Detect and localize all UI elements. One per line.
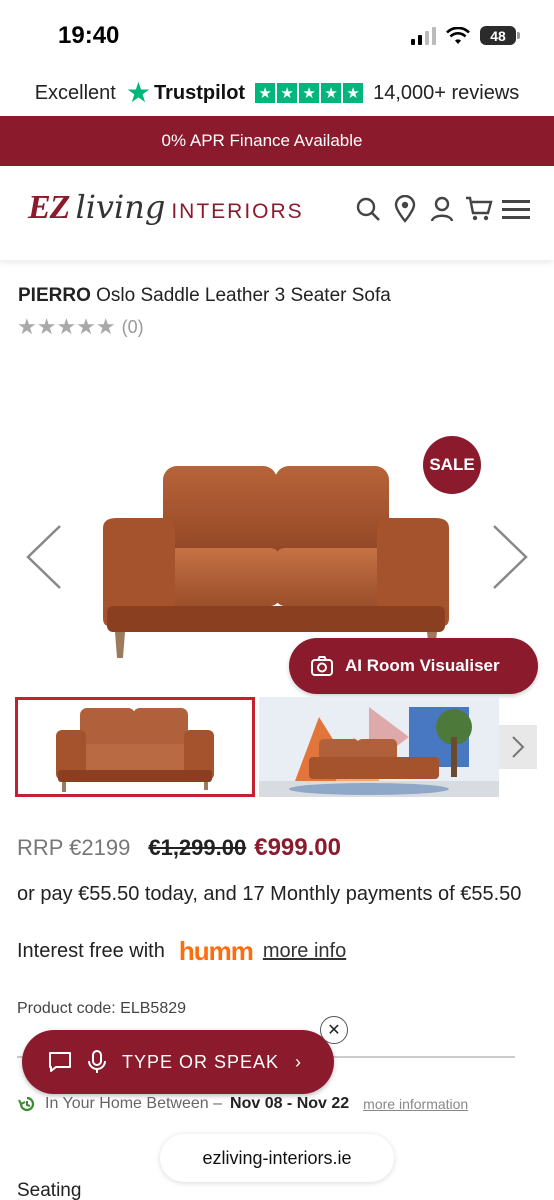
sale-price: €999.00 xyxy=(254,834,341,861)
product-code: Product code: ELB5829 xyxy=(17,1000,187,1017)
battery-icon: 48 xyxy=(480,26,520,45)
delivery-info: In Your Home Between – Nov 08 - Nov 22 m… xyxy=(17,1094,468,1114)
product-main-image[interactable] xyxy=(95,456,457,665)
status-time: 19:40 xyxy=(58,22,120,49)
product-brand: PIERRO xyxy=(18,285,91,306)
account-icon[interactable] xyxy=(428,194,456,224)
trust-rating-word: Excellent xyxy=(34,81,116,104)
chat-bubble-icon xyxy=(49,1052,71,1072)
chat-widget-button[interactable]: TYPE OR SPEAK › xyxy=(22,1030,334,1094)
status-bar: 19:40 48 xyxy=(0,0,554,72)
trustpilot-stars: ★ ★ ★ ★ ★ xyxy=(255,83,364,103)
old-price: €1,299.00 xyxy=(148,835,247,860)
signal-icon xyxy=(411,26,436,45)
thumbnail-strip xyxy=(15,697,554,797)
rating-stars-icon: ★★★★★ xyxy=(17,314,116,339)
delivery-dates: Nov 08 - Nov 22 xyxy=(230,1095,350,1112)
cart-icon[interactable] xyxy=(465,194,493,224)
chat-close-button[interactable]: ✕ xyxy=(320,1016,348,1044)
section-seating-heading[interactable]: Seating xyxy=(17,1180,81,1200)
delivery-prefix: In Your Home Between – xyxy=(45,1095,223,1112)
trustpilot-bar[interactable]: Excellent ★ Trustpilot ★ ★ ★ ★ ★ 14,000+… xyxy=(0,72,554,114)
logo-interiors: INTERIORS xyxy=(171,200,304,223)
status-icons: 48 xyxy=(411,26,520,45)
thumbnail-2[interactable] xyxy=(259,697,499,797)
menu-icon[interactable] xyxy=(502,194,530,224)
interest-free-label: Interest free with xyxy=(17,940,165,962)
star-icon: ★ xyxy=(321,83,342,103)
trustpilot-star-icon: ★ xyxy=(125,77,151,108)
header-icons xyxy=(354,194,530,224)
site-logo[interactable]: EZ living INTERIORS xyxy=(28,188,304,227)
logo-ez: EZ xyxy=(28,189,70,226)
sale-badge: SALE xyxy=(423,436,481,494)
price-row: RRP €2199 €1,299.00 €999.00 xyxy=(17,834,341,862)
delivery-clock-icon xyxy=(18,1096,35,1112)
microphone-icon xyxy=(88,1050,106,1073)
star-icon: ★ xyxy=(255,83,276,103)
chevron-right-icon: › xyxy=(295,1051,303,1072)
product-rating[interactable]: ★★★★★ (0) xyxy=(17,314,144,340)
ai-button-label: AI Room Visualiser xyxy=(345,656,500,675)
trustpilot-logo: ★ Trustpilot xyxy=(126,79,245,107)
browser-url-bar[interactable]: ezliving-interiors.ie xyxy=(160,1134,394,1182)
thumbnail-1[interactable] xyxy=(15,697,255,797)
promo-text: 0% APR Finance Available xyxy=(161,131,363,150)
delivery-more-info-link[interactable]: more information xyxy=(363,1096,468,1112)
site-header: EZ living INTERIORS xyxy=(0,166,554,260)
star-icon: ★ xyxy=(299,83,320,103)
product-name: Oslo Saddle Leather 3 Seater Sofa xyxy=(96,285,391,306)
chat-label: TYPE OR SPEAK xyxy=(122,1051,280,1072)
rrp-price: RRP €2199 xyxy=(17,835,131,860)
finance-text: or pay €55.50 today, and 17 Monthly paym… xyxy=(17,883,522,905)
rating-count: (0) xyxy=(121,316,144,337)
humm-row: Interest free with humm more info xyxy=(17,936,346,967)
star-icon: ★ xyxy=(343,83,364,103)
gallery-next-arrow-icon[interactable] xyxy=(490,522,530,597)
trustpilot-brand: Trustpilot xyxy=(153,81,246,104)
camera-icon xyxy=(311,656,333,676)
trust-reviews: 14,000+ reviews xyxy=(373,81,520,104)
promo-banner[interactable]: 0% APR Finance Available xyxy=(0,116,554,166)
gallery-prev-arrow-icon[interactable] xyxy=(24,522,64,597)
thumbnail-next-icon[interactable] xyxy=(499,725,537,769)
wifi-icon xyxy=(446,26,470,44)
product-title: PIERRO Oslo Saddle Leather 3 Seater Sofa xyxy=(18,285,391,307)
star-icon: ★ xyxy=(277,83,298,103)
humm-more-info-link[interactable]: more info xyxy=(263,940,346,963)
location-icon[interactable] xyxy=(391,194,419,224)
logo-living: living xyxy=(75,188,166,226)
ai-room-visualiser-button[interactable]: AI Room Visualiser xyxy=(289,638,538,694)
humm-logo: humm xyxy=(178,936,254,966)
search-icon[interactable] xyxy=(354,194,382,224)
